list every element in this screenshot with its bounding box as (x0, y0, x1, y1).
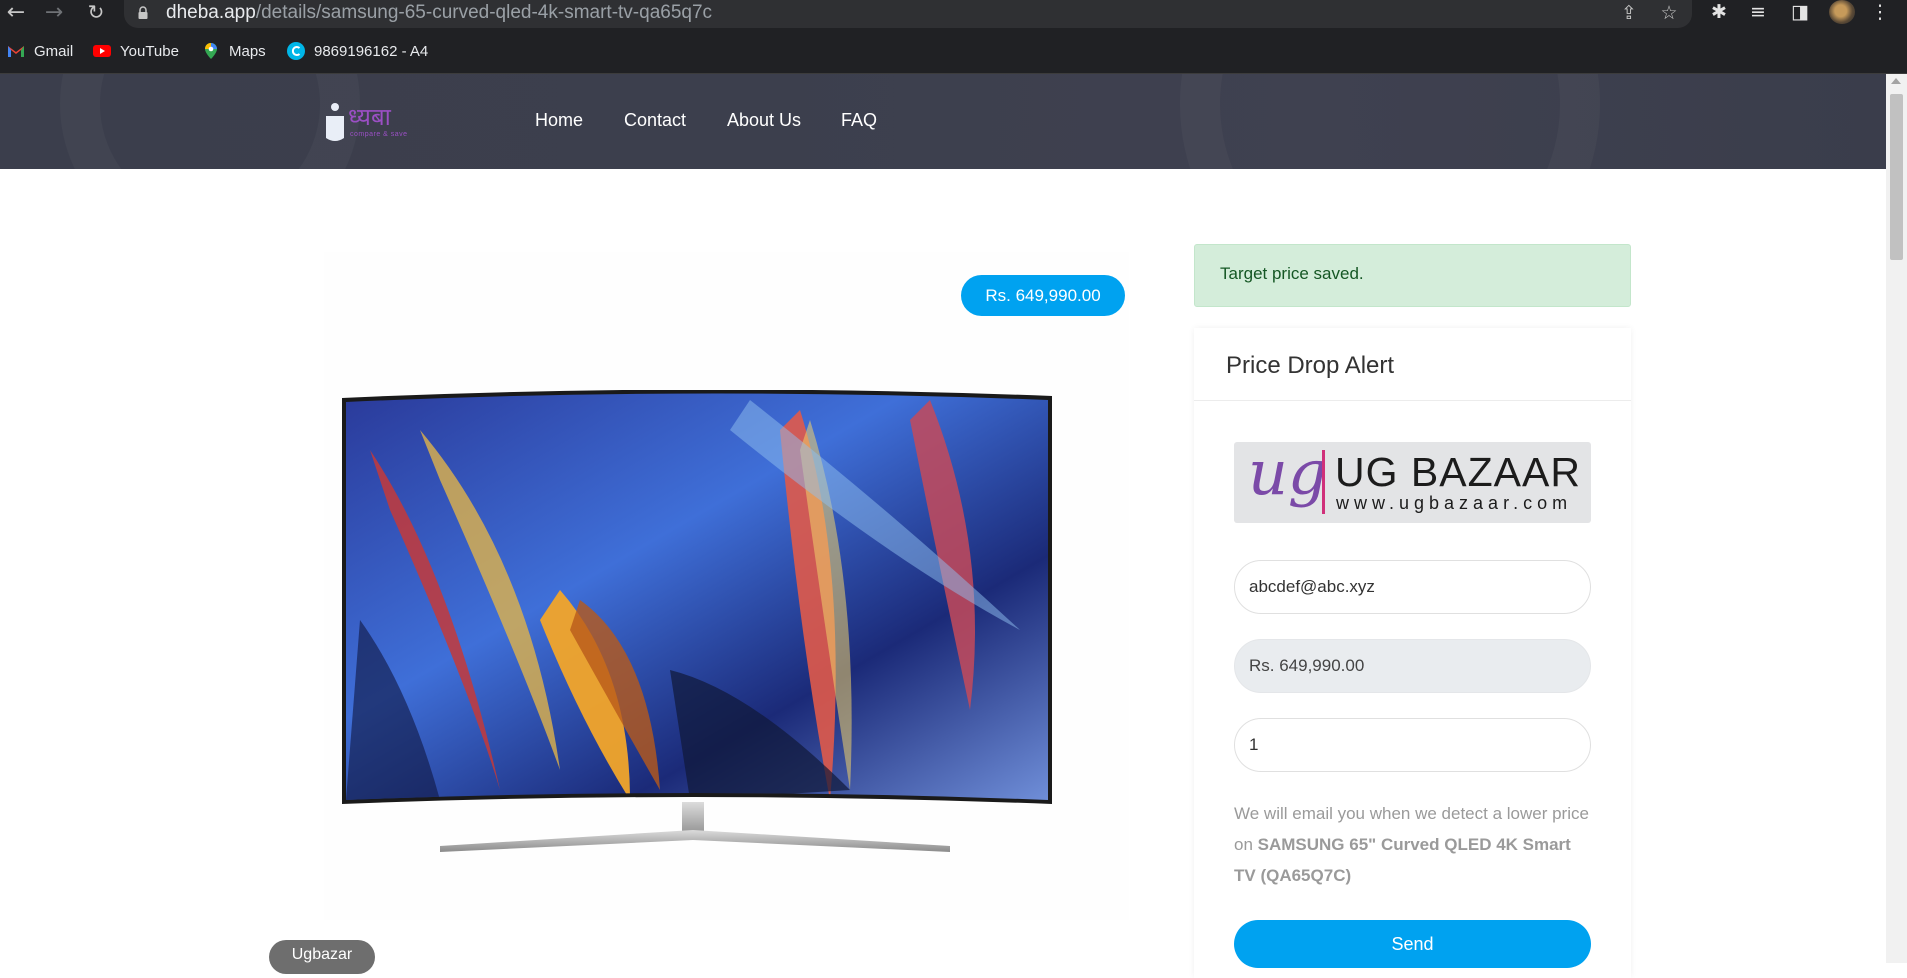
store-badge[interactable]: Ugbazar (269, 940, 375, 974)
reload-icon[interactable]: ↻ (82, 0, 110, 24)
lock-icon (138, 6, 148, 19)
bookmark-label: Maps (229, 42, 266, 60)
profile-avatar[interactable] (1829, 0, 1855, 24)
email-field[interactable] (1234, 560, 1591, 614)
header-decoration (60, 74, 360, 169)
bookmarks-bar: Gmail YouTube Maps 9869196162 - A4 (0, 28, 1907, 74)
address-bar[interactable]: dheba.app/details/samsung-65-curved-qled… (124, 0, 1692, 28)
side-panel-icon[interactable]: ◨ (1787, 1, 1813, 25)
url-text[interactable]: dheba.app/details/samsung-65-curved-qled… (166, 2, 712, 24)
maps-pin-icon (205, 43, 217, 59)
site-header: ध्यबा compare & save Home Contact About … (0, 74, 1886, 169)
extensions-icon[interactable]: ✱ (1706, 1, 1732, 25)
quantity-field[interactable] (1234, 718, 1591, 772)
forward-icon[interactable]: → (40, 0, 68, 25)
send-button[interactable]: Send (1234, 920, 1591, 968)
bookmark-label: YouTube (120, 42, 179, 60)
logo-mark-icon (326, 103, 344, 141)
nav-contact[interactable]: Contact (624, 110, 686, 131)
url-host: dheba.app (166, 2, 256, 23)
reading-list-icon[interactable]: ≡ (1745, 1, 1771, 25)
bookmark-gmail[interactable]: Gmail (7, 40, 73, 62)
alert-note: We will email you when we detect a lower… (1234, 798, 1591, 891)
bookmark-label: 9869196162 - A4 (314, 42, 429, 60)
url-path: /details/samsung-65-curved-qled-4k-smart… (255, 2, 713, 23)
bookmark-maps[interactable]: Maps (202, 40, 266, 62)
logo-tagline: compare & save (350, 131, 408, 138)
product-image-tv (342, 390, 1052, 852)
share-icon[interactable]: ⇪ (1617, 2, 1641, 24)
youtube-icon (93, 45, 111, 57)
card-title: Price Drop Alert (1194, 328, 1631, 401)
store-logo-mark: ug (1248, 442, 1328, 509)
logo-text: ध्यबा (348, 103, 391, 131)
browser-toolbar: ← → ↻ dheba.app/details/samsung-65-curve… (0, 0, 1907, 28)
bookmark-star-icon[interactable]: ☆ (1657, 2, 1681, 24)
note-product-name: SAMSUNG 65" Curved QLED 4K Smart TV (QA6… (1234, 835, 1571, 885)
price-drop-alert-card: Price Drop Alert ug UG BAZAAR www.ugbaza… (1194, 328, 1631, 978)
scroll-thumb[interactable] (1890, 94, 1903, 260)
canva-icon (287, 42, 305, 60)
price-badge: Rs. 649,990.00 (961, 275, 1125, 316)
header-decoration (1180, 74, 1600, 169)
back-icon[interactable]: ← (2, 0, 30, 25)
menu-kebab-icon[interactable]: ⋮ (1867, 1, 1893, 25)
bookmark-canva[interactable]: 9869196162 - A4 (287, 40, 428, 62)
page-scrollbar[interactable] (1886, 74, 1907, 963)
bookmark-youtube[interactable]: YouTube (93, 40, 179, 62)
gmail-icon (8, 46, 24, 57)
scroll-up-arrow-icon[interactable] (1891, 78, 1901, 84)
success-alert: Target price saved. (1194, 244, 1631, 307)
current-price-field[interactable] (1234, 639, 1591, 693)
store-logo-text: UG BAZAAR (1335, 449, 1581, 495)
bookmark-label: Gmail (34, 42, 74, 60)
store-logo: ug UG BAZAAR www.ugbazaar.com (1234, 442, 1591, 523)
store-logo-url: www.ugbazaar.com (1336, 493, 1573, 513)
nav-faq[interactable]: FAQ (841, 110, 877, 131)
site-logo[interactable]: ध्यबा compare & save (324, 100, 414, 146)
nav-about-us[interactable]: About Us (727, 110, 801, 131)
store-logo-divider (1322, 450, 1325, 514)
nav-home[interactable]: Home (535, 110, 583, 131)
